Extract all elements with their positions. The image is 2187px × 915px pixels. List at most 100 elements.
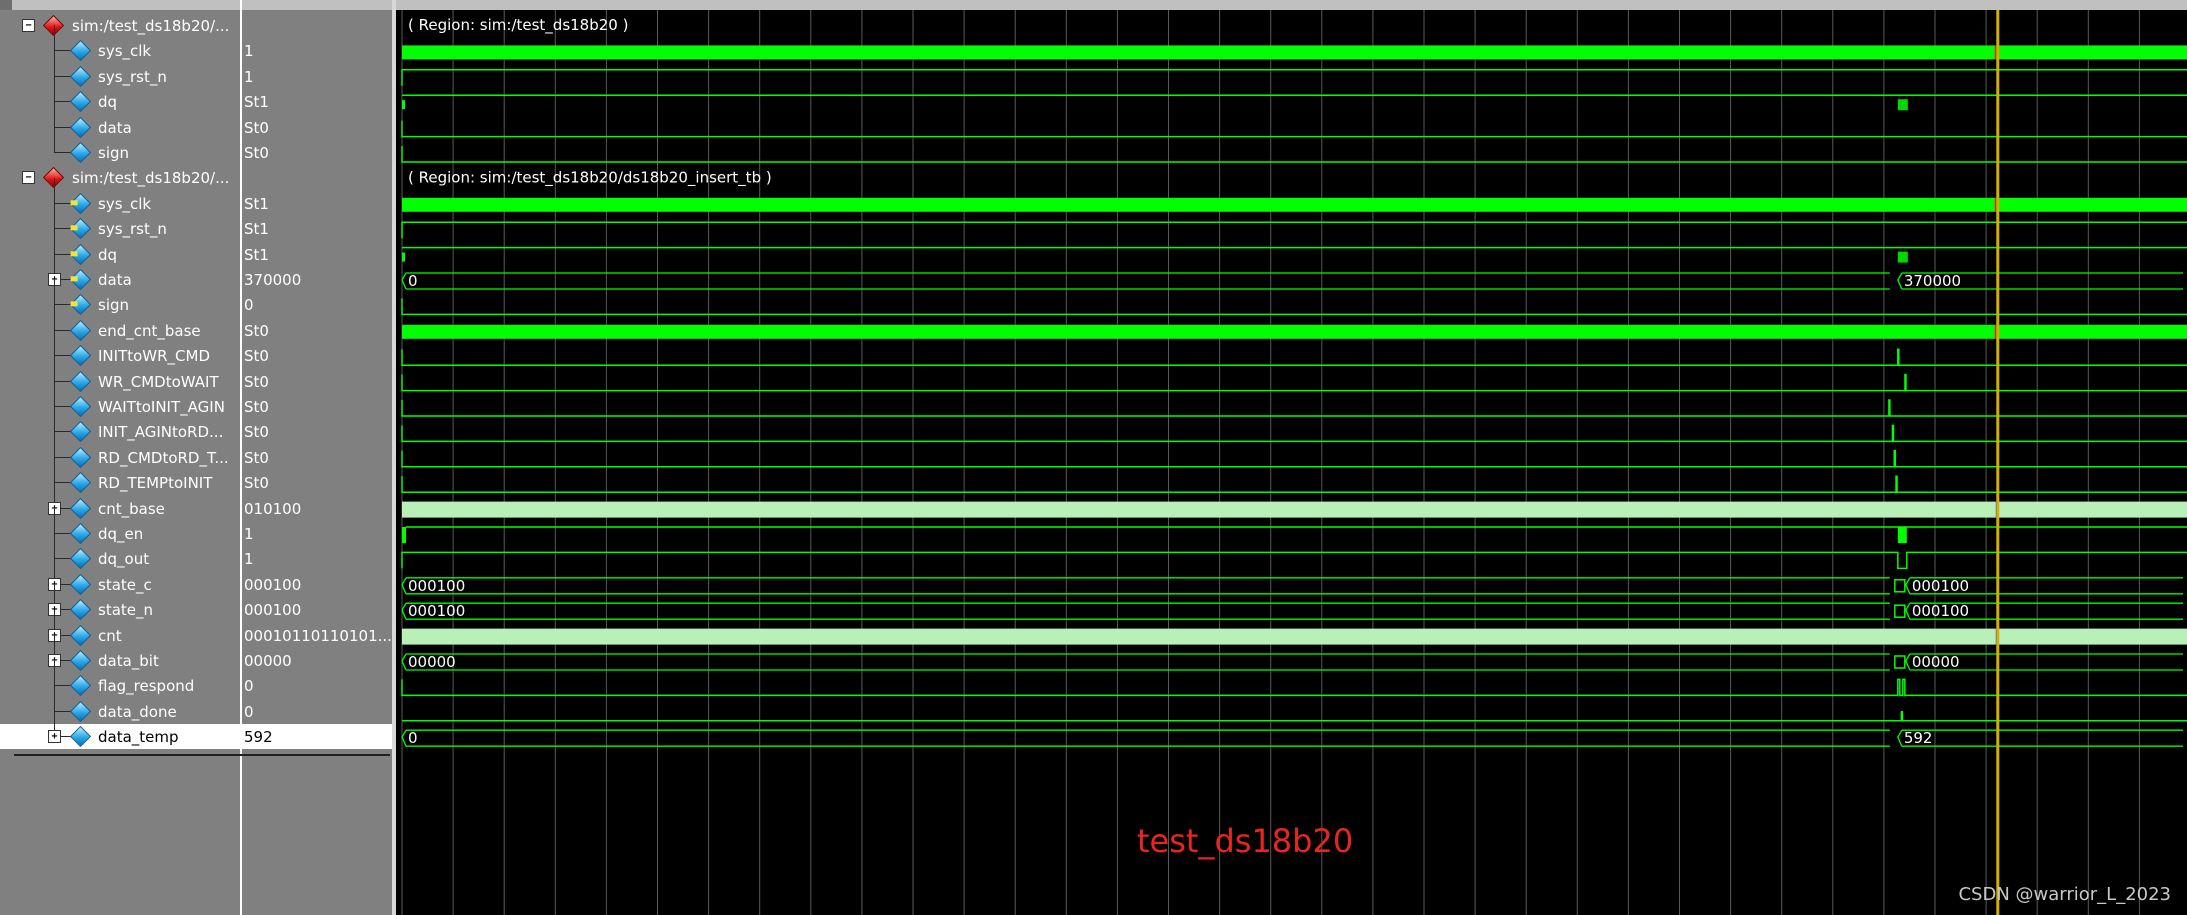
signal-diamond-icon	[69, 522, 92, 545]
signal-row[interactable]: + cnt 00010110110101...	[0, 609, 392, 648]
signal-value: St0	[244, 321, 269, 340]
output-port-icon	[69, 268, 92, 291]
clock-wave	[402, 324, 2187, 339]
signal-row[interactable]: RD_CMDtoRD_T... St0	[0, 431, 392, 470]
tree-line	[54, 431, 55, 458]
signal-diamond-icon	[69, 726, 92, 748]
signal-diamond-icon	[69, 65, 92, 87]
signal-diamond-icon	[69, 675, 92, 697]
tree-line	[54, 177, 55, 204]
signal-value: St0	[244, 448, 269, 467]
signal-row[interactable]: dq St1	[0, 228, 392, 267]
signal-name: data_bit	[98, 652, 159, 670]
signal-value: St1	[244, 220, 269, 239]
signal-name: RD_TEMPtoINIT	[98, 474, 213, 493]
expand-icon[interactable]: +	[48, 730, 61, 744]
signal-name: sign	[98, 144, 130, 162]
signal-row[interactable]: + data_temp 592	[0, 711, 392, 750]
signal-name: dq_out	[98, 550, 150, 569]
signal-diamond-icon	[69, 649, 92, 672]
bus-value-label: 592	[1904, 729, 1933, 747]
signal-diamond-icon	[69, 141, 92, 164]
wave-burst	[1897, 251, 1908, 263]
signal-row[interactable]: WAITtoINIT_AGIN St0	[0, 381, 392, 419]
wave-burst	[1897, 527, 1907, 543]
collapse-icon[interactable]: −	[22, 19, 35, 32]
signal-row[interactable]: + data 370000	[0, 254, 392, 292]
figure-caption: test_ds18b20	[1137, 822, 1354, 860]
signal-row[interactable]: sys_rst_n St1	[0, 203, 392, 241]
signal-row[interactable]: − sim:/test_ds18b20/...	[0, 165, 392, 190]
signal-row[interactable]: − sim:/test_ds18b20/...	[0, 13, 392, 38]
signal-row[interactable]: sys_rst_n 1	[0, 50, 392, 89]
signal-row[interactable]: WR_CMDtoWAIT St0	[0, 355, 392, 394]
signal-value: 0	[244, 296, 254, 315]
signal-row[interactable]: RD_TEMPtoINIT St0	[0, 457, 392, 495]
tree-line	[54, 355, 55, 382]
signal-name: state_n	[98, 601, 154, 620]
signal-row[interactable]: INITtoWR_CMD St0	[0, 330, 392, 368]
signal-row[interactable]: dq St1	[0, 76, 392, 114]
signal-diamond-icon	[69, 497, 92, 519]
signal-row[interactable]: sign St0	[0, 127, 392, 165]
wave-burst	[402, 100, 405, 110]
signal-value: St0	[244, 372, 269, 391]
signal-value: St0	[244, 347, 269, 366]
signal-diamond-icon	[69, 91, 92, 113]
tree-line	[54, 50, 55, 77]
signal-name: sign	[98, 296, 130, 315]
signal-value: St1	[244, 93, 269, 112]
signal-value: St1	[244, 194, 269, 213]
signal-row[interactable]: sys_clk St1	[0, 177, 392, 216]
signal-name: WAITtoINIT_AGIN	[98, 398, 225, 416]
tree-line	[54, 228, 55, 255]
signal-row[interactable]: flag_respond 0	[0, 660, 392, 698]
collapse-icon[interactable]: −	[22, 171, 35, 185]
signal-row[interactable]: INIT_AGINtoRD... St0	[0, 406, 392, 444]
signal-row[interactable]: dq_en 1	[0, 508, 392, 546]
bus-value-label: 000100	[1912, 602, 1969, 620]
tree-line	[54, 457, 55, 484]
signal-value: 000100	[244, 575, 302, 594]
wave-background	[396, 10, 2187, 915]
signal-row[interactable]: dq_out 1	[0, 533, 392, 571]
waveform-canvas[interactable]: ( Region: sim:/test_ds18b20 ) ( Region: s…	[396, 10, 2187, 915]
signal-row[interactable]: data_done 0	[0, 685, 392, 724]
list-end-line	[14, 754, 390, 756]
signal-row[interactable]: end_cnt_base St0	[0, 304, 392, 343]
signal-value: St0	[244, 118, 269, 137]
signal-diamond-icon	[69, 700, 92, 722]
signal-diamond-icon	[69, 370, 92, 392]
tree-line	[54, 127, 55, 153]
signal-diamond-icon	[69, 319, 92, 341]
signal-value: 00000	[244, 652, 292, 670]
input-port-icon	[69, 218, 92, 240]
signal-row[interactable]: + state_n 000100	[0, 584, 392, 622]
signal-row[interactable]: + cnt_base 010100	[0, 482, 392, 521]
signal-name: flag_respond	[98, 677, 195, 696]
toolbar-strip	[0, 0, 2187, 10]
signal-diamond-icon	[69, 116, 92, 138]
signal-row[interactable]: sys_clk 1	[0, 25, 392, 63]
signal-row[interactable]: sign 0	[0, 279, 392, 317]
signal-row[interactable]: + state_c 000100	[0, 558, 392, 597]
signal-name: end_cnt_base	[98, 321, 201, 340]
signal-row[interactable]: + data_bit 00000	[0, 635, 392, 673]
signal-name: sim:/test_ds18b20/...	[72, 169, 230, 188]
tree-line	[54, 533, 55, 560]
signal-name: dq	[98, 93, 118, 112]
signal-value: 0	[244, 677, 254, 696]
signal-name: sys_clk	[98, 194, 152, 213]
bus-value-label: 000100	[408, 602, 465, 620]
signal-row[interactable]: data St0	[0, 101, 392, 140]
tree-line	[54, 685, 55, 712]
input-port-icon	[69, 192, 92, 214]
signal-value: St1	[244, 245, 269, 264]
signal-name: sim:/test_ds18b20/...	[72, 17, 230, 35]
inout-port-icon	[69, 243, 92, 265]
signal-name: RD_CMDtoRD_T...	[98, 448, 229, 467]
bus-value-label: 00000	[1912, 653, 1960, 671]
bus-value-label: 00000	[408, 653, 456, 671]
signal-diamond-icon	[69, 624, 92, 646]
region-label: ( Region: sim:/test_ds18b20 )	[408, 16, 628, 35]
